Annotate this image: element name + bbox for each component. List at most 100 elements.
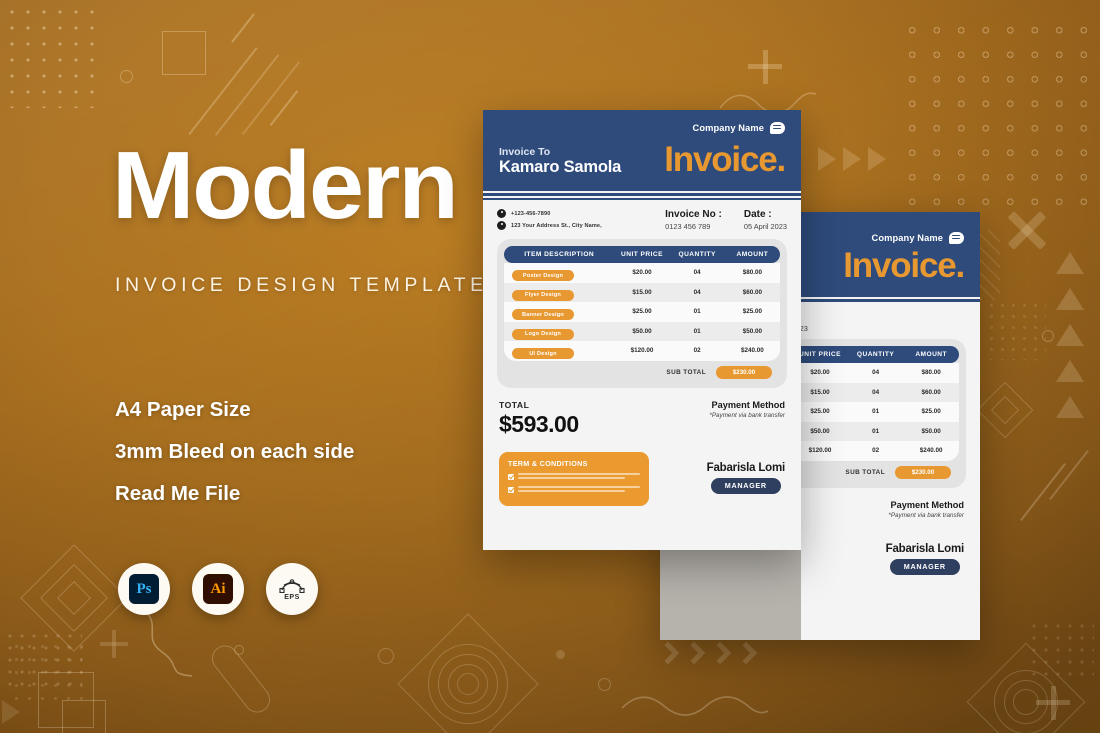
terms-and-conditions-box: TERM & CONDITIONS [499, 451, 649, 507]
invoice-to-label: Invoice To [499, 146, 551, 158]
table-row: Logo Design $50.00 01 $50.00 [504, 321, 780, 341]
feature-a4-paper-size: A4 Paper Size [115, 398, 251, 421]
invoice-no-block: Invoice No : 0123 456 789 [665, 209, 722, 233]
invoice-to-block: Invoice To Kamaro Samola [499, 146, 621, 177]
cell-amount: $80.00 [921, 369, 941, 377]
cell-quantity: 04 [693, 269, 701, 277]
th-item: ITEM DESCRIPTION [524, 251, 595, 258]
invoice-no-value: 0123 456 789 [665, 222, 711, 231]
signature-name: Fabarisla Lomi [706, 461, 786, 474]
table-row: Flyer Design $15.00 04 $60.00 [504, 282, 780, 302]
total-row-front: TOTAL $593.00 Payment Method *Payment vi… [483, 388, 801, 438]
invoice-date-value: 05 April 2023 [743, 222, 787, 231]
phone-value: +123-456-7890 [511, 210, 551, 217]
item-pill: Logo Design [512, 328, 574, 340]
th-price: UNIT PRICE [621, 251, 663, 258]
th-amount-back: AMOUNT [915, 351, 947, 358]
cell-amount: $25.00 [742, 308, 762, 316]
eps-badge[interactable]: EPS [266, 563, 318, 615]
cell-amount: $80.00 [742, 269, 762, 277]
signature-role-back: MANAGER [889, 558, 960, 575]
payment-method-note: *Payment via bank transfer [709, 411, 785, 419]
speech-bubble-logo-icon-back [949, 232, 964, 244]
feature-bleed: 3mm Bleed on each side [115, 440, 355, 463]
terms-title: TERM & CONDITIONS [508, 458, 588, 468]
cell-amount: $240.00 [919, 447, 943, 455]
invoice-no-label: Invoice No : [665, 209, 722, 220]
company-name-front: Company Name [692, 123, 764, 133]
invoice-header-front: Company Name Invoice To Kamaro Samola In… [483, 110, 801, 191]
subtotal-value-back: $230.00 [895, 465, 951, 479]
cell-unit-price: $25.00 [632, 308, 652, 316]
cell-quantity: 01 [872, 427, 880, 435]
subtotal-row-front: SUB TOTAL $230.00 [504, 361, 780, 381]
company-name-back: Company Name [871, 233, 943, 243]
payment-method-note-back: *Payment via bank transfer [888, 511, 964, 519]
table-row: UI Design $120.00 02 $240.00 [504, 341, 780, 361]
terms-line [508, 472, 640, 481]
address-value: 123 Your Address St., City Name, [511, 222, 602, 229]
eps-label: EPS [284, 593, 300, 601]
feature-read-me: Read Me File [115, 482, 241, 505]
payment-method-label-back: Payment Method [890, 499, 964, 510]
check-icon [508, 473, 514, 480]
th-qty-back: QUANTITY [856, 351, 895, 358]
phone-line: +123-456-7890 [497, 209, 665, 218]
total-value: $593.00 [499, 410, 579, 437]
invoice-number-date-front: Invoice No : 0123 456 789 Date : 05 Apri… [665, 209, 787, 233]
table-row: Banner Design $25.00 01 $25.00 [504, 302, 780, 322]
check-icon [508, 486, 514, 493]
total-label: TOTAL [499, 399, 530, 410]
poster-canvas: Modern INVOICE DESIGN TEMPLATE A4 Paper … [0, 0, 1100, 733]
cell-unit-price: $20.00 [632, 269, 652, 277]
cell-unit-price: $15.00 [632, 288, 652, 296]
contact-block: +123-456-7890 123 Your Address St., City… [497, 209, 665, 233]
cell-amount: $60.00 [742, 288, 762, 296]
invoice-table-front: ITEM DESCRIPTION UNIT PRICE QUANTITY AMO… [497, 239, 787, 388]
speech-bubble-logo-icon-front [770, 122, 785, 134]
th-qty: QUANTITY [678, 251, 716, 258]
cell-amount: $25.00 [921, 408, 941, 416]
payment-method-back: Payment Method *Payment via bank transfe… [888, 500, 964, 519]
photoshop-icon: Ps [129, 574, 159, 604]
company-row-front: Company Name [499, 122, 785, 134]
invoice-sheet-front[interactable]: Company Name Invoice To Kamaro Samola In… [483, 110, 801, 550]
cell-quantity: 04 [872, 369, 880, 377]
cell-quantity: 04 [872, 388, 880, 396]
subtotal-value: $230.00 [716, 365, 772, 379]
signature-block-back: Fabarisla Lomi MANAGER [886, 533, 964, 575]
client-name: Kamaro Samola [499, 158, 622, 176]
page-title: Modern [112, 132, 459, 239]
footer-row-front: TERM & CONDITIONS Fabarisla Lomi MANAGER [483, 438, 801, 507]
subtotal-label: SUB TOTAL [666, 368, 706, 376]
item-pill: Flyer Design [512, 289, 574, 301]
invoice-meta-front: +123-456-7890 123 Your Address St., City… [483, 200, 801, 239]
cell-quantity: 01 [693, 327, 701, 335]
table-header-front: ITEM DESCRIPTION UNIT PRICE QUANTITY AMO… [504, 246, 780, 263]
illustrator-badge[interactable]: Ai [192, 563, 244, 615]
total-block: TOTAL $593.00 [499, 400, 579, 438]
cell-quantity: 02 [872, 447, 880, 455]
cell-quantity: 04 [693, 288, 701, 296]
cell-quantity: 01 [693, 308, 701, 316]
cell-unit-price: $50.00 [632, 327, 652, 335]
signature-name-back: Fabarisla Lomi [885, 542, 965, 555]
cell-amount: $60.00 [921, 388, 941, 396]
invoice-date-block: Date : 05 April 2023 [744, 209, 787, 233]
page-subtitle: INVOICE DESIGN TEMPLATE [115, 274, 488, 296]
illustrator-icon: Ai [203, 574, 233, 604]
invoice-wordmark-front: Invoice. [664, 140, 786, 179]
location-pin-icon [497, 221, 506, 230]
bezier-pen-icon: EPS [279, 578, 305, 601]
th-amount: AMOUNT [736, 251, 769, 258]
signature-block-front: Fabarisla Lomi MANAGER [707, 452, 785, 494]
table-body-front: Poster Design $20.00 04 $80.00 Flyer Des… [504, 263, 780, 361]
cell-quantity: 01 [872, 408, 880, 416]
cell-quantity: 02 [693, 347, 701, 355]
terms-line [508, 485, 640, 494]
address-line: 123 Your Address St., City Name, [497, 221, 665, 230]
cell-amount: $240.00 [740, 347, 764, 355]
payment-method-label: Payment Method [711, 399, 785, 410]
photoshop-badge[interactable]: Ps [118, 563, 170, 615]
invoice-date-label: Date : [743, 209, 772, 220]
